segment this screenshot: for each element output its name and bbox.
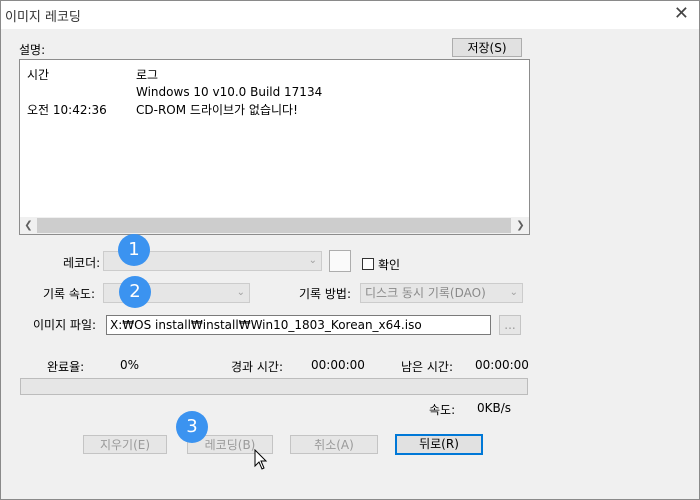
log-row-2-time: 오전 10:42:36: [27, 103, 107, 117]
image-file-path-input[interactable]: X:₩OS install₩install₩Win10_1803_Korean_…: [106, 315, 491, 335]
elapsed-label: 경과 시간:: [231, 360, 284, 374]
back-button[interactable]: 뒤로(R): [395, 434, 483, 455]
confirm-checkbox[interactable]: [362, 258, 374, 270]
mouse-cursor-icon: [254, 449, 268, 470]
step-badge-3: 3: [176, 411, 208, 443]
scrollbar-thumb[interactable]: [37, 218, 511, 233]
clear-button[interactable]: 지우기(E): [83, 435, 167, 454]
chevron-down-icon: ⌄: [308, 255, 317, 266]
log-list[interactable]: 시간 로그 Windows 10 v10.0 Build 17134 오전 10…: [19, 59, 530, 235]
chevron-down-icon: ⌄: [509, 287, 518, 298]
cancel-button[interactable]: 취소(A): [290, 435, 378, 454]
method-label: 기록 방법:: [299, 287, 352, 301]
progress-bar: [20, 378, 528, 395]
step-badge-2: 2: [119, 276, 151, 308]
speed-status-label: 속도:: [429, 403, 456, 417]
title-bar: 이미지 레코딩 ✕: [1, 1, 699, 29]
log-row-2-text: CD-ROM 드라이브가 없습니다!: [136, 103, 298, 117]
step-badge-1: 1: [118, 234, 150, 266]
image-recording-dialog: 이미지 레코딩 ✕ 설명: 저장(S) 시간 로그 Windows 10 v10…: [0, 0, 700, 500]
method-value: 디스크 동시 기록(DAO): [365, 286, 486, 300]
log-header-time[interactable]: 시간: [27, 66, 49, 83]
scroll-right-icon[interactable]: ❯: [512, 217, 529, 234]
browse-button[interactable]: ...: [499, 315, 521, 335]
description-label: 설명:: [19, 43, 46, 57]
horizontal-scrollbar[interactable]: ❮ ❯: [20, 217, 529, 234]
completion-label: 완료율:: [47, 360, 85, 374]
save-button[interactable]: 저장(S): [452, 38, 522, 57]
speed-status-value: 0KB/s: [477, 401, 512, 415]
remaining-label: 남은 시간:: [401, 360, 454, 374]
speed-label: 기록 속도:: [43, 287, 96, 301]
elapsed-value: 00:00:00: [311, 358, 365, 372]
log-row-1-text: Windows 10 v10.0 Build 17134: [136, 85, 323, 99]
image-file-label: 이미지 파일:: [33, 318, 97, 332]
confirm-label[interactable]: 확인: [378, 256, 400, 273]
recorder-label: 레코더:: [63, 256, 101, 270]
chevron-down-icon: ⌄: [236, 287, 245, 298]
log-header-log[interactable]: 로그: [136, 66, 158, 83]
scroll-left-icon[interactable]: ❮: [20, 217, 37, 234]
completion-value: 0%: [120, 358, 140, 372]
remaining-value: 00:00:00: [475, 358, 529, 372]
close-icon[interactable]: ✕: [674, 3, 689, 25]
image-file-path: X:₩OS install₩install₩Win10_1803_Korean_…: [110, 318, 422, 332]
method-select[interactable]: 디스크 동시 기록(DAO) ⌄: [360, 283, 523, 303]
recorder-options-button[interactable]: [329, 250, 351, 272]
window-title: 이미지 레코딩: [5, 10, 81, 25]
